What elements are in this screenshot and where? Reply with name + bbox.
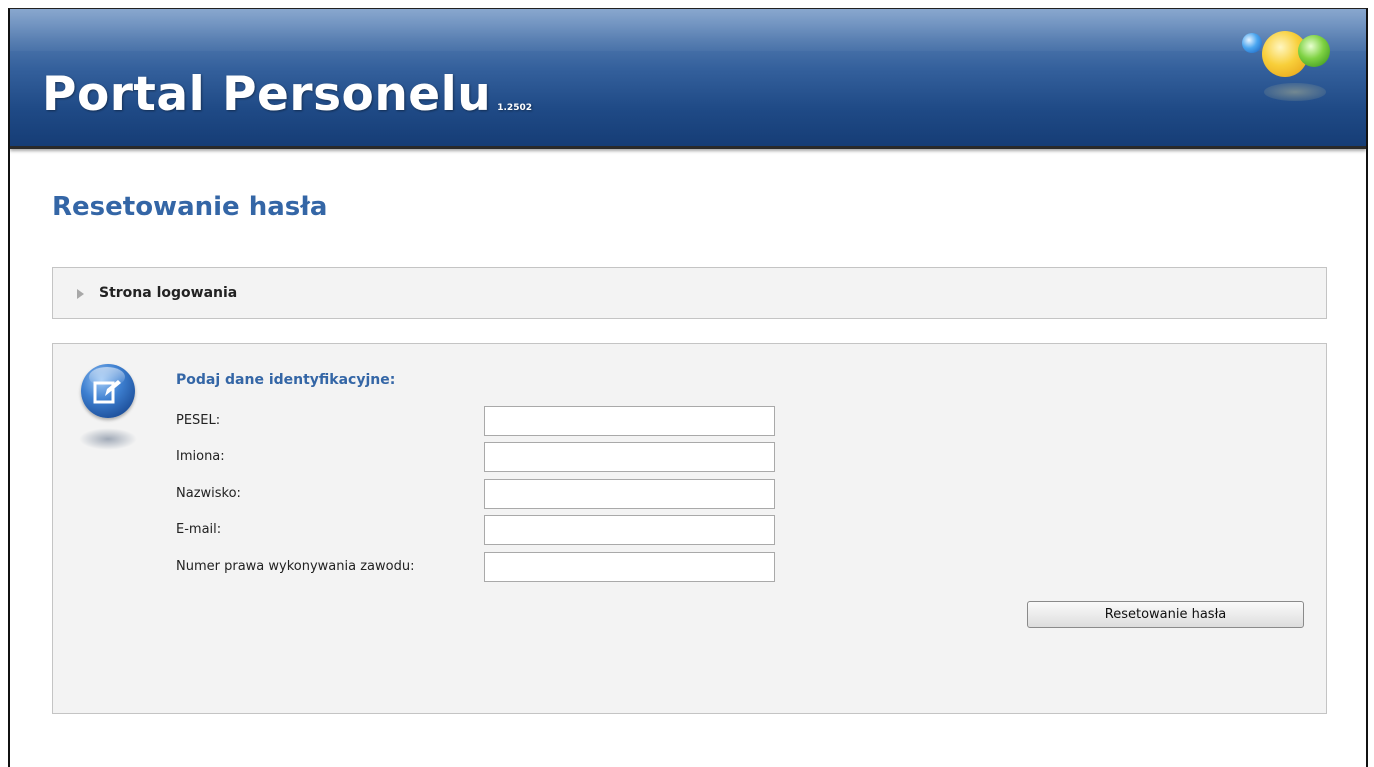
license-number-input[interactable] — [484, 552, 775, 582]
email-input[interactable] — [484, 515, 775, 545]
surname-input[interactable] — [484, 479, 775, 509]
app-title-text: Portal Personelu — [42, 67, 492, 122]
edit-form-shadow — [79, 428, 137, 450]
logo-reflection — [1264, 83, 1326, 101]
license-number-row: Numer prawa wykonywania zawodu: — [176, 552, 776, 582]
pencil-paper-icon — [93, 380, 121, 404]
app-version: 1.2502 — [497, 103, 532, 113]
page-title: Resetowanie hasła — [52, 192, 328, 222]
first-names-input[interactable] — [484, 442, 775, 472]
form-heading: Podaj dane identyfikacyjne: — [176, 372, 396, 388]
email-label: E-mail: — [176, 522, 222, 537]
pesel-row: PESEL: — [176, 406, 776, 436]
browser-frame: Portal Personelu 1.2502 Resetowanie hasła… — [8, 8, 1368, 767]
email-row: E-mail: — [176, 515, 776, 545]
reset-password-form: Podaj dane identyfikacyjne: PESEL: Imion… — [52, 343, 1327, 714]
triangle-right-icon — [77, 289, 84, 299]
surname-row: Nazwisko: — [176, 479, 776, 509]
edit-form-icon — [79, 364, 137, 456]
first-names-label: Imiona: — [176, 449, 225, 464]
nav-panel: Strona logowania — [52, 267, 1327, 319]
app-header: Portal Personelu 1.2502 — [10, 9, 1366, 149]
reset-password-button[interactable]: Resetowanie hasła — [1027, 601, 1304, 628]
first-names-row: Imiona: — [176, 442, 776, 472]
pesel-label: PESEL: — [176, 413, 221, 428]
license-number-label: Numer prawa wykonywania zawodu: — [176, 559, 415, 574]
pesel-input[interactable] — [484, 406, 775, 436]
login-page-link[interactable]: Strona logowania — [99, 285, 237, 301]
green-ball-icon — [1298, 35, 1330, 67]
blue-ball-icon — [1242, 33, 1262, 53]
surname-label: Nazwisko: — [176, 486, 241, 501]
app-title: Portal Personelu 1.2502 — [42, 67, 532, 122]
colored-balls-logo-icon — [1242, 31, 1337, 121]
